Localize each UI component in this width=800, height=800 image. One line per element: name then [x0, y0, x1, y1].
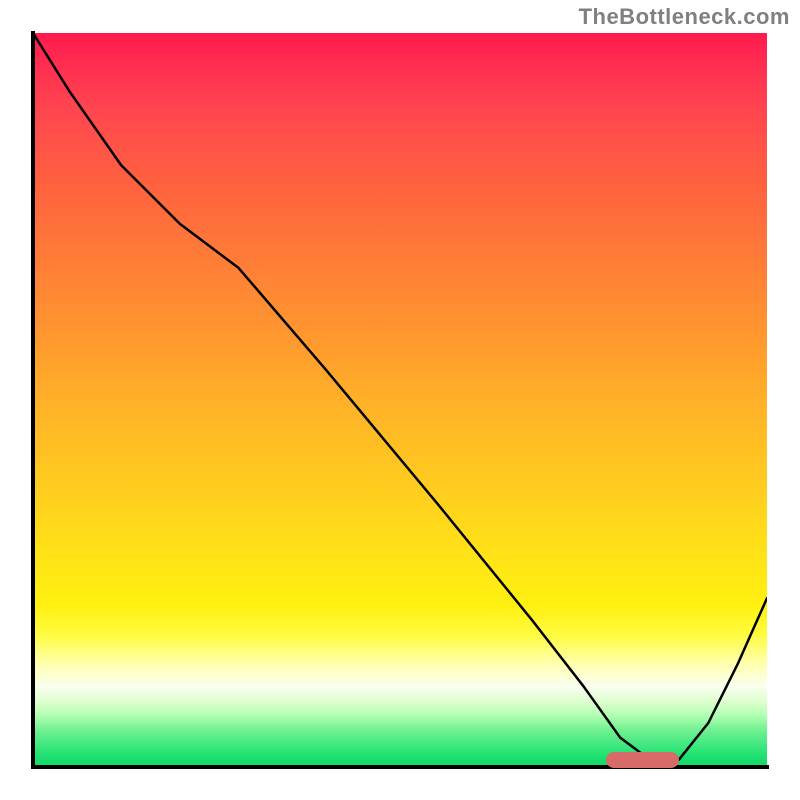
- optimal-range-marker: [606, 752, 679, 768]
- bottleneck-curve: [33, 33, 767, 767]
- watermark-text: TheBottleneck.com: [579, 4, 790, 30]
